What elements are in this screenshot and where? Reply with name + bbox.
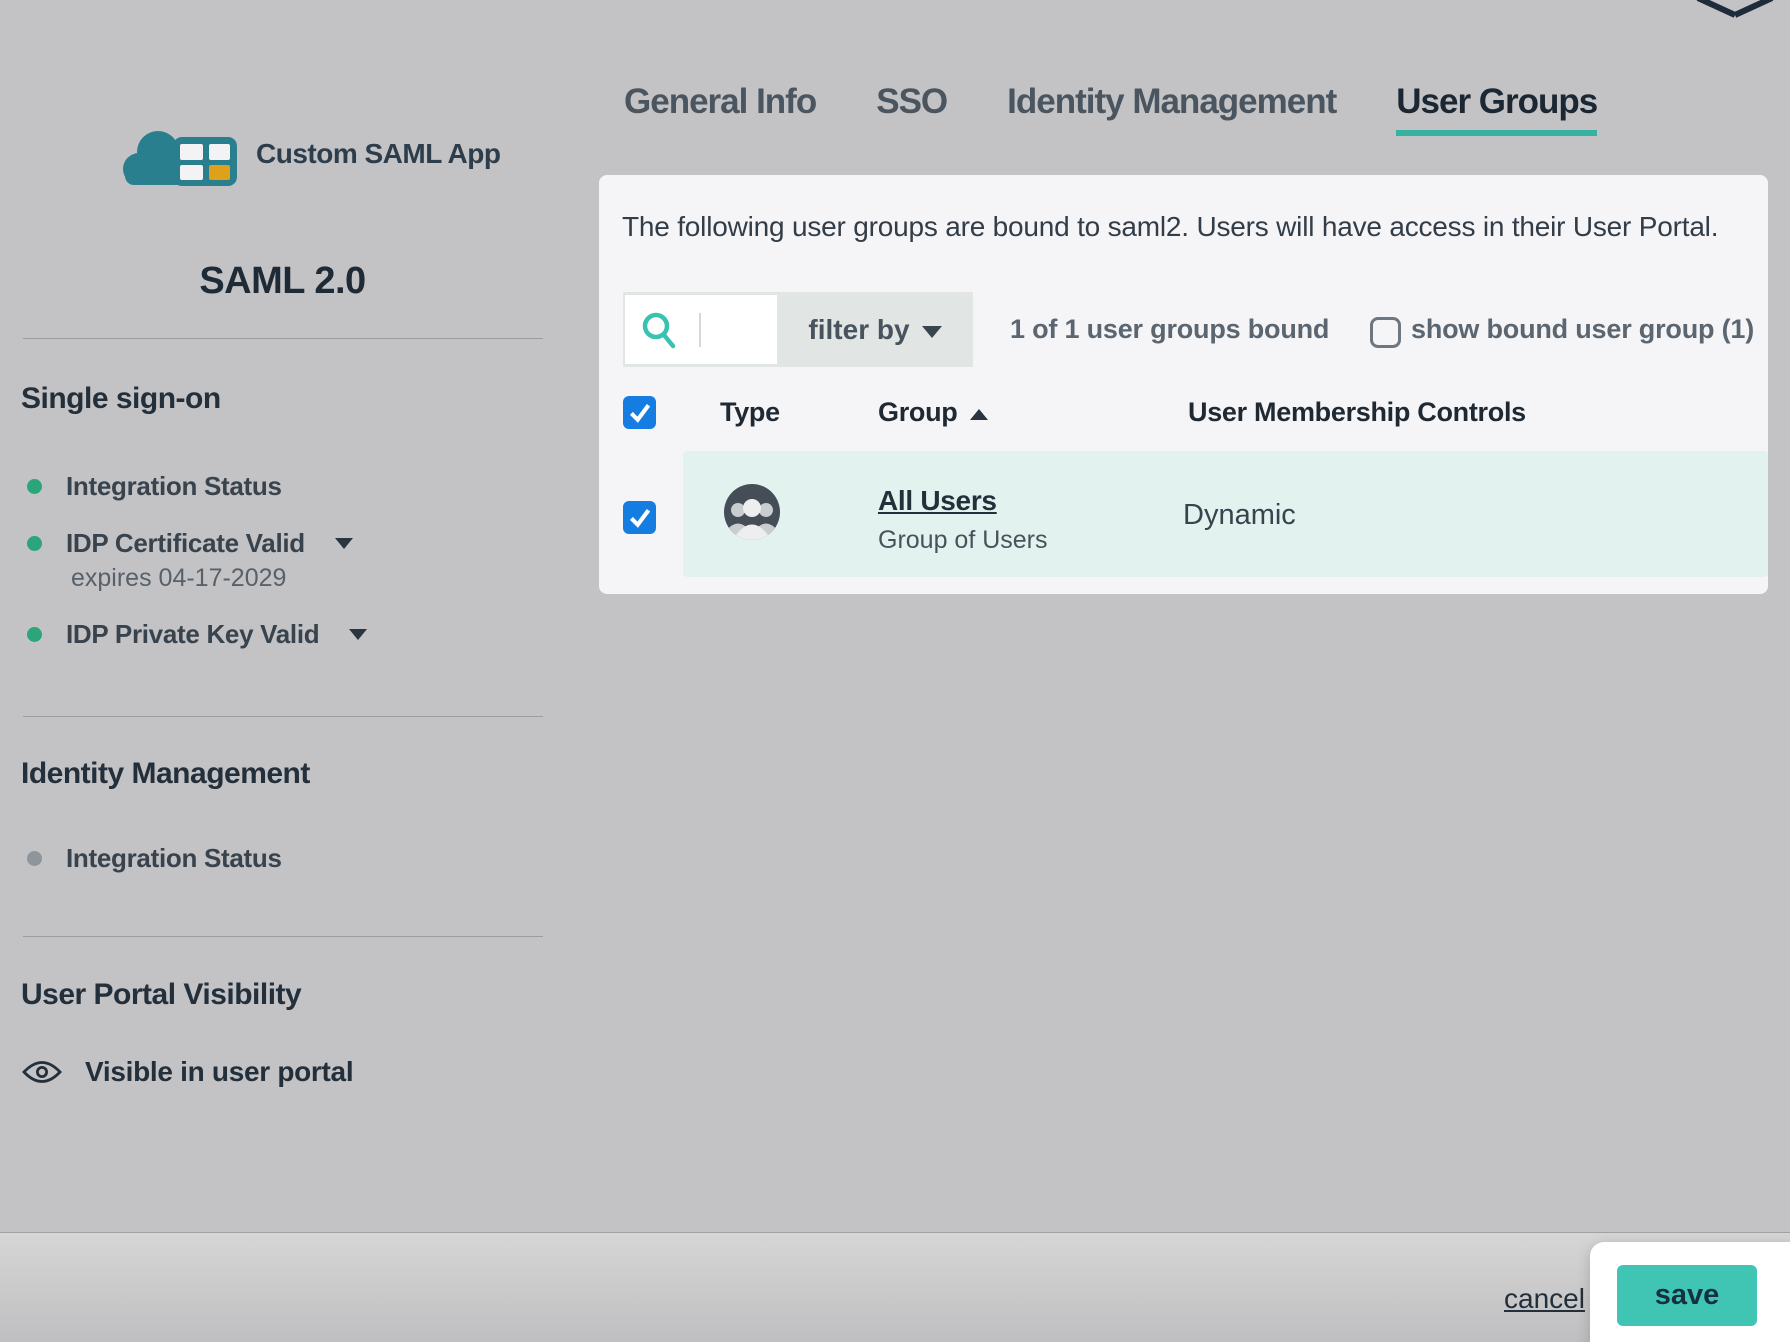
status-dot-gray-icon: [27, 851, 42, 866]
custom-saml-app-icon: [118, 122, 242, 186]
sidebar-heading-identity-management: Identity Management: [21, 757, 310, 791]
close-icon[interactable]: [1694, 0, 1776, 20]
divider: [23, 936, 543, 937]
tab-bar: General Info SSO Identity Management Use…: [624, 82, 1597, 134]
portal-visibility-status: Visible in user portal: [21, 1056, 353, 1088]
panel-description: The following user groups are bound to s…: [622, 211, 1718, 243]
bound-groups-count: 1 of 1 user groups bound: [1010, 314, 1329, 345]
sidebar-heading-user-portal-visibility: User Portal Visibility: [21, 978, 301, 1012]
tab-user-groups[interactable]: User Groups: [1396, 82, 1597, 134]
column-header-membership: User Membership Controls: [1188, 397, 1526, 428]
caret-down-icon: [335, 538, 353, 549]
status-dot-green-icon: [27, 479, 42, 494]
column-header-group[interactable]: Group: [878, 397, 988, 428]
cancel-button[interactable]: cancel: [1504, 1283, 1585, 1315]
column-header-type: Type: [720, 397, 780, 428]
tab-identity-management[interactable]: Identity Management: [1007, 82, 1336, 134]
divider: [23, 338, 543, 339]
user-groups-panel: The following user groups are bound to s…: [599, 175, 1768, 594]
save-button[interactable]: save: [1617, 1265, 1757, 1326]
check-icon: [626, 399, 653, 426]
status-dot-green-icon: [27, 536, 42, 551]
caret-down-icon: [922, 326, 942, 338]
sidebar-item-idp-private-key[interactable]: IDP Private Key Valid: [27, 616, 367, 652]
caret-down-icon: [349, 629, 367, 640]
filter-bar: filter by: [623, 292, 973, 367]
text-cursor: [699, 313, 701, 347]
status-dot-green-icon: [27, 627, 42, 642]
search-icon: [641, 311, 677, 349]
show-bound-label: show bound user group (1): [1411, 314, 1754, 345]
group-name-link[interactable]: All Users: [878, 485, 997, 517]
group-type-label: Group of Users: [878, 526, 1048, 555]
user-group-avatar-icon: [723, 483, 781, 541]
sort-ascending-icon: [970, 409, 988, 420]
row-checkbox[interactable]: [623, 501, 656, 534]
tab-general-info[interactable]: General Info: [624, 82, 816, 134]
tab-sso[interactable]: SSO: [876, 82, 947, 134]
show-bound-checkbox[interactable]: [1370, 317, 1401, 348]
filter-by-dropdown[interactable]: filter by: [777, 292, 973, 367]
app-logo: Custom SAML App: [118, 122, 501, 186]
sidebar-item-idp-certificate[interactable]: IDP Certificate Valid: [27, 525, 353, 561]
sidebar-item-integration-status: Integration Status: [27, 468, 282, 504]
divider: [23, 716, 543, 717]
sidebar-heading-sso: Single sign-on: [21, 382, 221, 416]
membership-value: Dynamic: [1183, 499, 1296, 532]
select-all-checkbox[interactable]: [623, 396, 656, 429]
group-search-field[interactable]: [625, 295, 777, 364]
certificate-expiry-note: expires 04-17-2029: [71, 564, 286, 593]
sidebar-item-idm-integration-status: Integration Status: [27, 840, 282, 876]
app-logo-label: Custom SAML App: [256, 138, 501, 170]
protocol-title: SAML 2.0: [20, 260, 545, 303]
check-icon: [626, 504, 653, 531]
eye-icon: [21, 1058, 63, 1086]
